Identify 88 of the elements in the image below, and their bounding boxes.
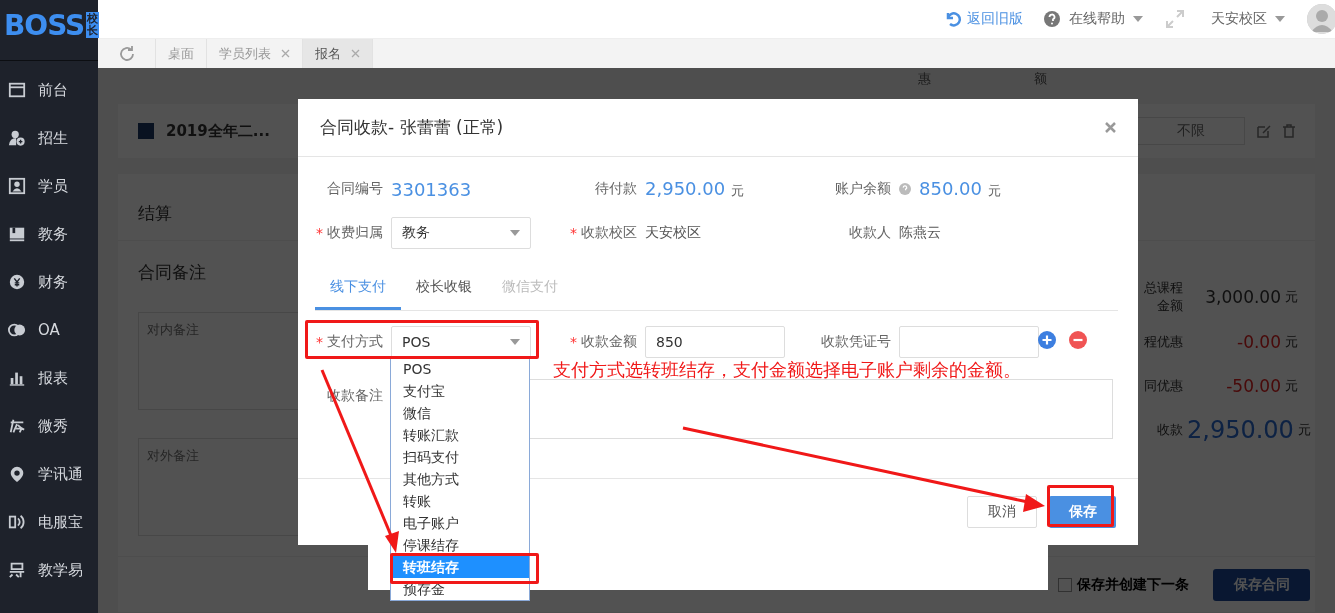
field-label: * 支付方式 [315, 333, 383, 351]
field-label: 收款人 [848, 224, 891, 242]
sidebar-item[interactable]: 教务 [0, 210, 98, 258]
checkbox[interactable] [1058, 577, 1072, 592]
sidebar-item[interactable]: 报表 [0, 354, 98, 402]
sidebar-item[interactable]: 电服宝 [0, 498, 98, 546]
close-icon[interactable] [281, 49, 290, 58]
sidebar-item[interactable]: 财务 [0, 258, 98, 306]
annotation-text: 支付方式选转班结存，支付金额选择电子账户剩余的金额。 [553, 358, 1021, 382]
currency-unit: 元 [1297, 421, 1312, 439]
dropdown-option[interactable]: 其他方式 [391, 468, 529, 490]
field-label: * 收款校区 [569, 224, 637, 242]
summary-label: 程优惠 [1143, 333, 1183, 351]
sidebar-item[interactable]: 前台 [0, 66, 98, 114]
amount-value: 3301363 [391, 178, 472, 200]
caret-icon [510, 230, 520, 236]
fullscreen-icon[interactable] [1165, 9, 1185, 29]
close-icon[interactable] [351, 49, 360, 58]
add-icon[interactable] [1038, 331, 1056, 349]
help-icon[interactable] [899, 183, 911, 195]
sidebar-item[interactable]: 招生 [0, 114, 98, 162]
summary-label: 收款 [1156, 421, 1183, 439]
refresh-icon[interactable] [117, 44, 136, 63]
close-icon[interactable] [1105, 122, 1116, 133]
dropdown-option[interactable]: 扫码支付 [391, 446, 529, 468]
sidebar-item[interactable]: 微秀 [0, 402, 98, 450]
currency-unit: 元 [1285, 288, 1299, 306]
help-menu[interactable]: 在线帮助 [1069, 10, 1125, 28]
page-tab[interactable]: 报名 [303, 39, 373, 68]
class-icon [138, 123, 154, 139]
dropdown-option[interactable]: POS [391, 358, 529, 380]
chat-icon [8, 321, 26, 339]
summary-label: 总课程金额 [1143, 279, 1183, 315]
caret-icon [1133, 16, 1143, 22]
field-label: 收款凭证号 [820, 333, 891, 351]
class-title: 2019全年二... [166, 121, 270, 141]
edit-icon[interactable] [1257, 124, 1271, 138]
caret-icon [1275, 16, 1285, 22]
select-field[interactable]: 教务 [391, 217, 531, 249]
highlight-frame [1047, 485, 1114, 527]
field-label: * 收款金额 [569, 333, 637, 351]
section-title: 合同备注 [138, 261, 207, 284]
summary-value: 3,000.00 [1204, 287, 1281, 307]
help-icon [1043, 10, 1061, 28]
field-label: 账户余额 [834, 180, 891, 198]
input-field[interactable]: 850 [645, 326, 785, 358]
back-link[interactable]: 返回旧版 [944, 10, 1023, 28]
remove-icon[interactable] [1069, 331, 1087, 349]
person-add-icon [8, 129, 26, 147]
dropdown-option[interactable]: 转账 [391, 490, 529, 512]
logo: BOSS [4, 12, 85, 40]
undo-icon [944, 10, 962, 28]
payment-tab[interactable]: 校长收银 [401, 267, 487, 310]
field-value: 天安校区 [645, 224, 701, 242]
sidebar-item[interactable]: 学讯通 [0, 450, 98, 498]
input-field[interactable] [899, 326, 1039, 358]
field-value: 陈燕云 [899, 224, 941, 242]
dialog-title: 合同收款- 张蕾蕾 (正常) [320, 116, 504, 139]
summary-label: 同优惠 [1143, 377, 1183, 395]
book-icon [8, 225, 26, 243]
pin-icon [8, 465, 26, 483]
trash-icon[interactable] [1283, 124, 1295, 138]
sidebar-item[interactable]: 学员 [0, 162, 98, 210]
sidebar-item[interactable]: OA [0, 306, 98, 354]
yen-icon [8, 273, 26, 291]
dropdown-option[interactable]: 转账汇款 [391, 424, 529, 446]
sidebar-item[interactable]: 教学易 [0, 546, 98, 594]
logo-badge: 校长 [86, 12, 100, 39]
amount-value: 850.00 元 [919, 178, 1001, 200]
dropdown-option[interactable]: 微信 [391, 402, 529, 424]
phone-icon [8, 513, 26, 531]
checkbox-label: 保存并创建下一条 [1077, 575, 1189, 594]
amount-value: 2,950.00 元 [645, 178, 744, 200]
field-label: 待付款 [594, 180, 637, 198]
dropdown-option[interactable]: 电子账户 [391, 512, 529, 534]
campus-menu[interactable]: 天安校区 [1211, 10, 1267, 28]
window-icon [8, 81, 26, 99]
summary-value: -50.00 [1225, 376, 1281, 396]
dropdown-option[interactable]: 支付宝 [391, 380, 529, 402]
field-label: 合同编号 [326, 180, 383, 198]
field-label: * 收费归属 [315, 224, 383, 242]
caret-icon [510, 339, 520, 345]
currency-unit: 元 [1285, 333, 1299, 351]
currency-unit: 元 [1285, 377, 1299, 395]
avatar-icon[interactable] [1307, 4, 1335, 34]
summary-value: 2,950.00 [1187, 416, 1294, 444]
summary-value: -0.00 [1236, 332, 1281, 352]
id-card-icon [8, 177, 26, 195]
